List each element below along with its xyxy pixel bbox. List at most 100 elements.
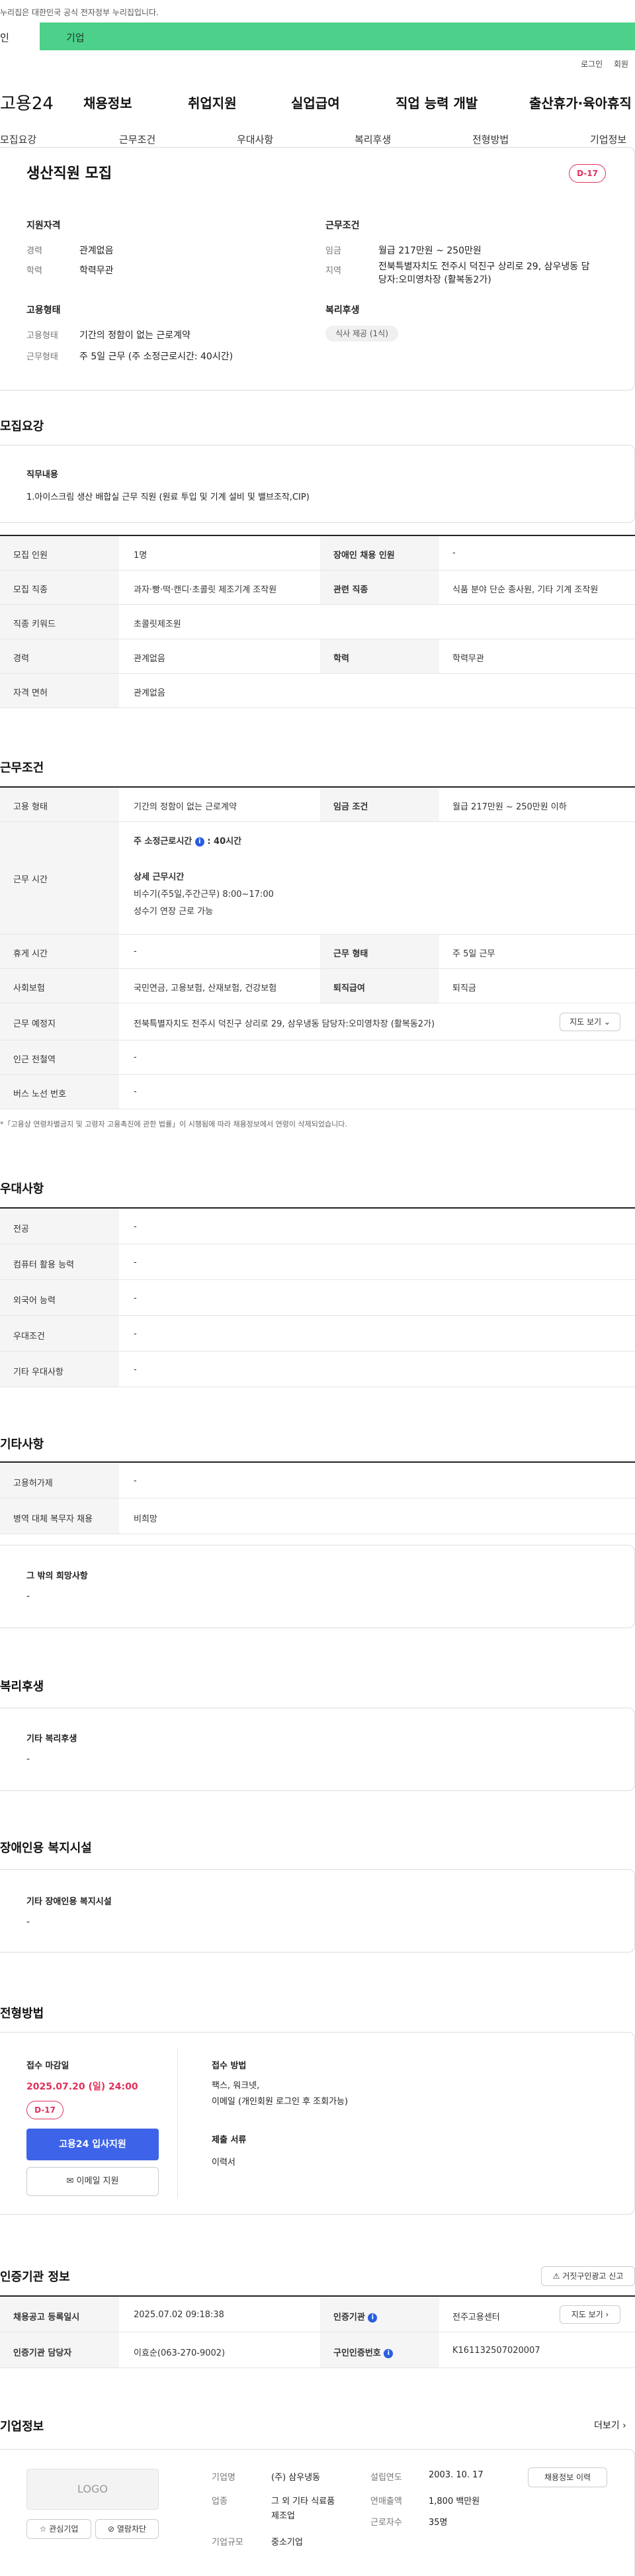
table-row: 인증기관 담당자 이효순(063-270-9002) 구인인증번호 i K161132… [0,2332,635,2368]
nav-parental-leave[interactable]: 출산휴가·육아휴직 [529,93,632,112]
select-dday-badge: D-17 [26,2101,64,2119]
table-row: 인근 전철역 - [0,1040,635,1075]
loc-value-line2: 당자:오미영차장 (활복동2가) [378,275,491,285]
detail-hours-line: 비수기(주5일,주간근무) 8:00~17:00 [134,890,274,899]
cert-title: 인증기관 정보 [0,2270,70,2284]
table-row: 외국어 능력 - [0,1280,635,1316]
disab-label: 기타 장애인용 복지시설 [26,1897,112,1907]
map-button[interactable]: 지도 보기 ⌄ [560,1013,620,1031]
row-key: 임금 조건 [333,802,368,812]
disab-value: - [26,1917,30,1927]
nav-vocational-training[interactable]: 직업 능력 개발 [396,93,478,112]
subnav-selection[interactable]: 전형방법 [472,132,509,146]
recruit-title: 모집요강 [0,420,44,434]
table-row: 병역 대체 복무자 채용 비희망 [0,1498,635,1534]
detail-hours-label: 상세 근무시간 [134,872,185,882]
company-logo-placeholder: LOGO [26,2469,159,2510]
doc-label: 제출 서류 [212,2135,247,2145]
loc-value-line1: 전북특별자치도 전주시 덕진구 상리로 29, 삼우냉동 담 [378,261,590,272]
welfare-pill: 식사 제공 (1식) [325,326,398,342]
table-row: 모집 인원 1명 장애인 채용 인원 - [0,536,635,571]
nav-jobs[interactable]: 채용정보 [83,93,132,112]
tab-company[interactable]: 기업 [66,30,85,44]
row-value: - [134,1476,137,1486]
welfare-title: 복리후생 [325,305,360,316]
row-value: 주 5일 근무 [452,949,495,959]
row-value: 2025.07.02 09:18:38 [134,2310,224,2320]
row-key: 근무 예정지 [13,1019,56,1029]
hours-value: 주 5일 근무 (주 소정근로시간: 40시간) [79,351,233,362]
method-value-1: 팩스, 워크넷, [212,2081,260,2091]
table-row: 근무 시간 주 소정근로시간 i : 40시간 상세 근무시간 비수기(주5일,… [0,822,635,935]
table-row: 컴퓨터 활용 능력 - [0,1244,635,1280]
row-key: 외국어 능력 [13,1296,56,1306]
qual-title: 지원자격 [26,220,61,231]
company-more-link[interactable]: 더보기 › [594,2418,626,2432]
row-value: 1명 [134,551,148,561]
apply-button[interactable]: 고용24 입사지원 [26,2129,159,2160]
nav-unemployment-benefit[interactable]: 실업급여 [291,93,340,112]
sales-label: 연매출액 [370,2497,402,2507]
row-value: 관계없음 [134,654,165,664]
table-row: 우대조건 - [0,1316,635,1352]
wish-label: 그 밖의 희망사항 [26,1571,88,1581]
method-value-2: 이메일 (개인회원 로그인 후 조회가능) [212,2097,349,2107]
subnav-company[interactable]: 기업정보 [590,132,626,146]
row-key: 인증기관 담당자 [13,2348,72,2358]
report-fake-ad-button[interactable]: ⚠ 거짓구인광고 신고 [541,2266,635,2286]
subnav-work[interactable]: 근무조건 [119,132,155,146]
row-key: 휴게 시간 [13,949,48,959]
row-value: - [134,1258,137,1267]
career-label: 경력 [26,246,42,256]
row-value: 월급 217만원 ~ 250만원 이하 [452,802,567,812]
row-key: 모집 인원 [13,551,48,561]
block-icon: ⊘ [107,2524,115,2534]
subnav-welfare[interactable]: 복리후생 [355,132,391,146]
email-apply-button[interactable]: ✉ 이메일 지원 [26,2167,159,2196]
site-logo[interactable]: 고용24 [0,90,54,115]
edu-value: 학력무관 [79,265,114,276]
row-key: 병역 대체 복무자 채용 [13,1514,93,1524]
block-view-button[interactable]: ⊘ 열람차단 [95,2519,159,2539]
row-value: - [134,1329,137,1339]
favorite-company-button[interactable]: ☆ 관심기업 [26,2519,91,2539]
employees-value: 35명 [429,2518,448,2528]
welfare-value: - [26,1754,30,1765]
chevron-right-icon: › [622,2420,626,2431]
alert-icon: ⚠ [552,2272,560,2281]
employees-label: 근로자수 [370,2518,402,2528]
duty-card [0,445,635,523]
industry-value-1: 그 외 기타 식료품 [271,2497,335,2507]
row-value: 전북특별자치도 전주시 덕진구 상리로 29, 삼우냉동 담당자:오미영차장 (… [134,1019,435,1029]
row-key: 버스 노선 번호 [13,1089,67,1099]
select-divider [177,2048,178,2199]
row-key: 직종 키워드 [13,620,56,629]
tab-personal[interactable]: 인 [0,23,40,50]
table-row: 휴게 시간 - 근무 형태 주 5일 근무 [0,935,635,969]
row-key: 근무 시간 [13,875,48,885]
agency-map-button[interactable]: 지도 보기 › [560,2305,620,2324]
company-size-value: 중소기업 [271,2538,303,2548]
row-key: 인근 전철역 [13,1055,56,1065]
welfare-card [0,1708,635,1791]
emp-title: 고용형태 [26,305,61,316]
row-key: 사회보험 [13,984,45,993]
join-link[interactable]: 회원 [614,58,628,69]
wage-label: 임금 [325,246,341,256]
mail-icon: ✉ [66,2176,74,2186]
nav-employment-support[interactable]: 취업지원 [188,93,237,112]
row-value: 퇴직금 [452,984,476,993]
info-icon[interactable]: i [368,2313,378,2323]
duty-value: 1.아이스크림 생산 배합실 근무 직원 (원료 투입 및 기계 설비 및 밸브… [26,492,310,502]
subnav-recruit[interactable]: 모집요강 [0,132,36,146]
star-icon: ☆ [39,2524,47,2534]
dday-badge: D-17 [569,164,606,183]
info-icon[interactable]: i [194,837,204,847]
info-icon[interactable]: i [384,2348,394,2358]
row-value: - [134,946,137,956]
wage-value: 월급 217만원 ~ 250만원 [378,246,482,256]
login-link[interactable]: 로그인 [581,58,603,69]
job-history-button[interactable]: 채용정보 이력 [528,2467,607,2487]
subnav-preference[interactable]: 우대사항 [237,132,273,146]
duty-label: 직무내용 [26,470,58,480]
